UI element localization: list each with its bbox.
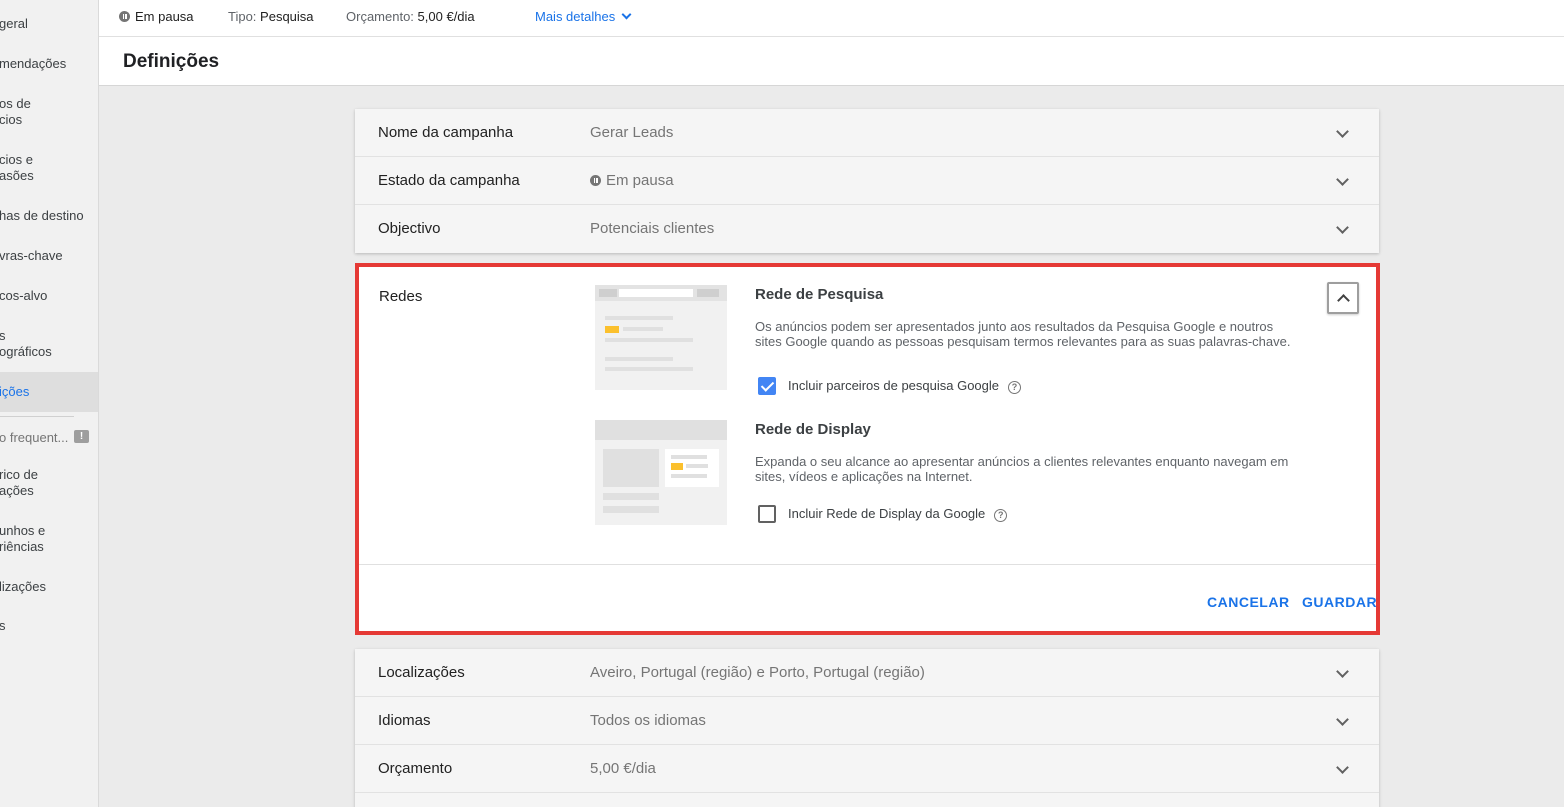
display-network-description: Expanda o seu alcance ao apresentar anún… (755, 454, 1289, 484)
networks-panel: Redes Rede de Pesquisa Os anúncios podem… (355, 263, 1380, 635)
help-icon[interactable]: ? (1008, 381, 1022, 394)
chevron-down-icon[interactable] (1336, 173, 1349, 186)
pause-icon (590, 175, 601, 186)
page-title: Definições (123, 51, 220, 72)
chevron-down-icon (621, 9, 632, 20)
sidebar-item-ads-extensions[interactable]: cios e asões (0, 152, 98, 184)
setting-row-locations[interactable]: Localizações Aveiro, Portugal (região) e… (355, 649, 1379, 697)
setting-row-campaign-name[interactable]: Nome da campanha Gerar Leads (355, 109, 1379, 157)
sidebar-item-landing-pages[interactable]: has de destino (0, 208, 98, 224)
setting-label: Idiomas (378, 712, 431, 729)
sidebar-item-overview[interactable]: geral (0, 16, 98, 32)
campaign-type: Tipo: Pesquisa (228, 9, 314, 24)
setting-label: Localizações (378, 664, 465, 681)
sidebar-item-settings[interactable]: ições (0, 372, 98, 412)
setting-label: Orçamento (378, 760, 453, 777)
status-badge: Em pausa (119, 9, 194, 24)
setting-label: Objectivo (378, 220, 441, 237)
setting-row-objective[interactable]: Objectivo Potenciais clientes (355, 205, 1379, 253)
display-network-checkbox[interactable] (758, 505, 776, 523)
display-network-illustration (595, 420, 727, 525)
display-network-title: Rede de Display (755, 421, 871, 438)
help-icon[interactable]: ? (994, 509, 1008, 522)
collapse-button[interactable] (1327, 282, 1359, 314)
sidebar-item-change-history[interactable]: rico de ações (0, 467, 98, 499)
chevron-down-icon[interactable] (1336, 761, 1349, 774)
setting-label: Estado da campanha (378, 172, 520, 189)
search-network-description: Os anúncios podem ser apresentados junto… (755, 319, 1291, 349)
page-header: Definições (99, 37, 1564, 86)
setting-label: Redes (379, 288, 423, 305)
search-partners-checkbox[interactable] (758, 377, 776, 395)
sidebar-item-audiences[interactable]: cos-alvo (0, 288, 98, 304)
sidebar-item-frequent[interactable]: o frequent... (0, 430, 72, 446)
setting-value: Em pausa (590, 172, 674, 189)
settings-card-top: Nome da campanha Gerar Leads Estado da c… (355, 109, 1379, 253)
setting-value: 5,00 €/dia (590, 760, 656, 777)
campaign-summary-bar: Em pausa Tipo: Pesquisa Orçamento: 5,00 … (99, 0, 1564, 37)
more-details-link[interactable]: Mais detalhes (535, 9, 632, 24)
chevron-down-icon[interactable] (1336, 125, 1349, 138)
sidebar-item-recommendations[interactable]: mendações (0, 56, 98, 72)
search-partners-option: Incluir parceiros de pesquisa Google? (758, 377, 1022, 395)
sidebar-item-more[interactable]: s (0, 618, 98, 634)
campaign-budget: Orçamento: 5,00 €/dia (346, 9, 475, 24)
setting-label: Nome da campanha (378, 124, 514, 141)
setting-row-campaign-status[interactable]: Estado da campanha Em pausa (355, 157, 1379, 205)
setting-value: Gerar Leads (590, 124, 674, 141)
setting-value: Todos os idiomas (590, 712, 706, 729)
sidebar-item-demographics[interactable]: sográficos (0, 328, 98, 360)
save-button[interactable]: GUARDAR (1302, 594, 1377, 610)
search-network-illustration (595, 285, 727, 390)
display-network-option: Incluir Rede de Display da Google? (758, 505, 1008, 523)
settings-card-bottom: Localizações Aveiro, Portugal (região) e… (355, 649, 1379, 807)
sidebar-item-drafts-experiments[interactable]: unhos e riências (0, 523, 98, 555)
sidebar-divider (0, 416, 74, 417)
sidebar-item-locations[interactable]: lizações (0, 579, 98, 595)
setting-value: Aveiro, Portugal (região) e Porto, Portu… (590, 664, 925, 681)
sidebar-item-ad-groups[interactable]: os de cios (0, 96, 98, 128)
cancel-button[interactable]: CANCELAR (1207, 594, 1290, 610)
pause-icon (119, 11, 130, 22)
search-network-title: Rede de Pesquisa (755, 286, 884, 303)
feedback-icon[interactable]: ! (74, 430, 89, 443)
setting-row-languages[interactable]: Idiomas Todos os idiomas (355, 697, 1379, 745)
divider (359, 564, 1376, 565)
chevron-down-icon[interactable] (1336, 665, 1349, 678)
setting-value: Potenciais clientes (590, 220, 715, 237)
sidebar: geral mendações os de cios cios e asões ha… (0, 0, 99, 807)
setting-row-budget[interactable]: Orçamento 5,00 €/dia (355, 745, 1379, 793)
chevron-down-icon[interactable] (1336, 221, 1349, 234)
sidebar-item-keywords[interactable]: vras-chave (0, 248, 98, 264)
chevron-down-icon[interactable] (1336, 713, 1349, 726)
